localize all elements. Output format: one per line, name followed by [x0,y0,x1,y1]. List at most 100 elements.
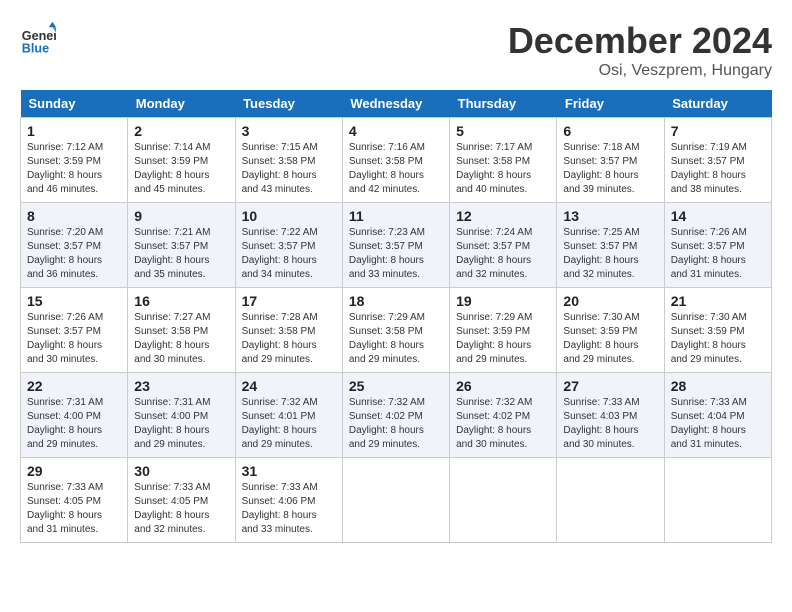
day-number: 30 [134,463,228,479]
day-info: Sunrise: 7:32 AMSunset: 4:02 PMDaylight:… [456,397,532,450]
day-info: Sunrise: 7:31 AMSunset: 4:00 PMDaylight:… [134,397,210,450]
calendar-cell [557,458,664,543]
page-header: General Blue December 2024 Osi, Veszprem… [20,20,772,80]
day-info: Sunrise: 7:33 AMSunset: 4:04 PMDaylight:… [671,397,747,450]
calendar-cell: 10 Sunrise: 7:22 AMSunset: 3:57 PMDaylig… [235,203,342,288]
day-info: Sunrise: 7:27 AMSunset: 3:58 PMDaylight:… [134,312,210,365]
day-info: Sunrise: 7:33 AMSunset: 4:05 PMDaylight:… [134,482,210,535]
day-number: 19 [456,293,550,309]
day-info: Sunrise: 7:14 AMSunset: 3:59 PMDaylight:… [134,142,210,195]
calendar-cell: 3 Sunrise: 7:15 AMSunset: 3:58 PMDayligh… [235,118,342,203]
week-row-5: 29 Sunrise: 7:33 AMSunset: 4:05 PMDaylig… [21,458,772,543]
day-number: 18 [349,293,443,309]
day-number: 2 [134,123,228,139]
day-number: 3 [242,123,336,139]
calendar-cell: 13 Sunrise: 7:25 AMSunset: 3:57 PMDaylig… [557,203,664,288]
day-number: 12 [456,208,550,224]
day-info: Sunrise: 7:19 AMSunset: 3:57 PMDaylight:… [671,142,747,195]
day-info: Sunrise: 7:32 AMSunset: 4:01 PMDaylight:… [242,397,318,450]
day-info: Sunrise: 7:33 AMSunset: 4:06 PMDaylight:… [242,482,318,535]
day-number: 22 [27,378,121,394]
day-info: Sunrise: 7:33 AMSunset: 4:05 PMDaylight:… [27,482,103,535]
calendar-cell: 5 Sunrise: 7:17 AMSunset: 3:58 PMDayligh… [450,118,557,203]
weekday-header-sunday: Sunday [21,90,128,118]
week-row-4: 22 Sunrise: 7:31 AMSunset: 4:00 PMDaylig… [21,373,772,458]
day-number: 6 [563,123,657,139]
logo-icon: General Blue [20,20,56,56]
calendar-cell: 24 Sunrise: 7:32 AMSunset: 4:01 PMDaylig… [235,373,342,458]
week-row-2: 8 Sunrise: 7:20 AMSunset: 3:57 PMDayligh… [21,203,772,288]
calendar-cell: 9 Sunrise: 7:21 AMSunset: 3:57 PMDayligh… [128,203,235,288]
calendar-cell: 30 Sunrise: 7:33 AMSunset: 4:05 PMDaylig… [128,458,235,543]
calendar-cell: 18 Sunrise: 7:29 AMSunset: 3:58 PMDaylig… [342,288,449,373]
weekday-header-thursday: Thursday [450,90,557,118]
day-number: 29 [27,463,121,479]
weekday-header-friday: Friday [557,90,664,118]
day-number: 20 [563,293,657,309]
calendar-cell: 17 Sunrise: 7:28 AMSunset: 3:58 PMDaylig… [235,288,342,373]
month-title: December 2024 [508,20,772,62]
day-info: Sunrise: 7:26 AMSunset: 3:57 PMDaylight:… [671,227,747,280]
day-info: Sunrise: 7:12 AMSunset: 3:59 PMDaylight:… [27,142,103,195]
day-number: 26 [456,378,550,394]
day-number: 25 [349,378,443,394]
calendar-cell: 1 Sunrise: 7:12 AMSunset: 3:59 PMDayligh… [21,118,128,203]
day-info: Sunrise: 7:21 AMSunset: 3:57 PMDaylight:… [134,227,210,280]
day-info: Sunrise: 7:26 AMSunset: 3:57 PMDaylight:… [27,312,103,365]
day-info: Sunrise: 7:23 AMSunset: 3:57 PMDaylight:… [349,227,425,280]
day-number: 13 [563,208,657,224]
day-info: Sunrise: 7:31 AMSunset: 4:00 PMDaylight:… [27,397,103,450]
day-info: Sunrise: 7:20 AMSunset: 3:57 PMDaylight:… [27,227,103,280]
day-info: Sunrise: 7:33 AMSunset: 4:03 PMDaylight:… [563,397,639,450]
calendar-cell: 14 Sunrise: 7:26 AMSunset: 3:57 PMDaylig… [664,203,771,288]
calendar-cell: 6 Sunrise: 7:18 AMSunset: 3:57 PMDayligh… [557,118,664,203]
day-info: Sunrise: 7:32 AMSunset: 4:02 PMDaylight:… [349,397,425,450]
day-number: 15 [27,293,121,309]
calendar-cell: 28 Sunrise: 7:33 AMSunset: 4:04 PMDaylig… [664,373,771,458]
day-number: 21 [671,293,765,309]
day-number: 8 [27,208,121,224]
calendar-cell: 4 Sunrise: 7:16 AMSunset: 3:58 PMDayligh… [342,118,449,203]
svg-text:Blue: Blue [22,41,49,55]
day-number: 23 [134,378,228,394]
calendar-cell: 2 Sunrise: 7:14 AMSunset: 3:59 PMDayligh… [128,118,235,203]
day-info: Sunrise: 7:29 AMSunset: 3:59 PMDaylight:… [456,312,532,365]
weekday-header-saturday: Saturday [664,90,771,118]
weekday-header-wednesday: Wednesday [342,90,449,118]
calendar-cell: 22 Sunrise: 7:31 AMSunset: 4:00 PMDaylig… [21,373,128,458]
day-number: 9 [134,208,228,224]
day-number: 31 [242,463,336,479]
calendar-cell [450,458,557,543]
week-row-3: 15 Sunrise: 7:26 AMSunset: 3:57 PMDaylig… [21,288,772,373]
calendar-cell: 20 Sunrise: 7:30 AMSunset: 3:59 PMDaylig… [557,288,664,373]
day-number: 16 [134,293,228,309]
day-info: Sunrise: 7:18 AMSunset: 3:57 PMDaylight:… [563,142,639,195]
calendar-cell: 25 Sunrise: 7:32 AMSunset: 4:02 PMDaylig… [342,373,449,458]
title-area: December 2024 Osi, Veszprem, Hungary [508,20,772,80]
day-info: Sunrise: 7:16 AMSunset: 3:58 PMDaylight:… [349,142,425,195]
calendar-cell [664,458,771,543]
weekday-header-row: SundayMondayTuesdayWednesdayThursdayFrid… [21,90,772,118]
day-info: Sunrise: 7:25 AMSunset: 3:57 PMDaylight:… [563,227,639,280]
day-info: Sunrise: 7:22 AMSunset: 3:57 PMDaylight:… [242,227,318,280]
calendar-cell: 19 Sunrise: 7:29 AMSunset: 3:59 PMDaylig… [450,288,557,373]
weekday-header-tuesday: Tuesday [235,90,342,118]
day-number: 10 [242,208,336,224]
logo: General Blue [20,20,56,56]
day-info: Sunrise: 7:15 AMSunset: 3:58 PMDaylight:… [242,142,318,195]
calendar-cell: 21 Sunrise: 7:30 AMSunset: 3:59 PMDaylig… [664,288,771,373]
calendar-cell: 16 Sunrise: 7:27 AMSunset: 3:58 PMDaylig… [128,288,235,373]
day-info: Sunrise: 7:17 AMSunset: 3:58 PMDaylight:… [456,142,532,195]
day-number: 27 [563,378,657,394]
calendar-cell: 12 Sunrise: 7:24 AMSunset: 3:57 PMDaylig… [450,203,557,288]
calendar-cell: 23 Sunrise: 7:31 AMSunset: 4:00 PMDaylig… [128,373,235,458]
day-number: 7 [671,123,765,139]
calendar-cell: 29 Sunrise: 7:33 AMSunset: 4:05 PMDaylig… [21,458,128,543]
calendar-cell: 11 Sunrise: 7:23 AMSunset: 3:57 PMDaylig… [342,203,449,288]
calendar-cell: 31 Sunrise: 7:33 AMSunset: 4:06 PMDaylig… [235,458,342,543]
weekday-header-monday: Monday [128,90,235,118]
calendar-cell: 15 Sunrise: 7:26 AMSunset: 3:57 PMDaylig… [21,288,128,373]
day-number: 17 [242,293,336,309]
calendar-cell: 7 Sunrise: 7:19 AMSunset: 3:57 PMDayligh… [664,118,771,203]
day-number: 14 [671,208,765,224]
